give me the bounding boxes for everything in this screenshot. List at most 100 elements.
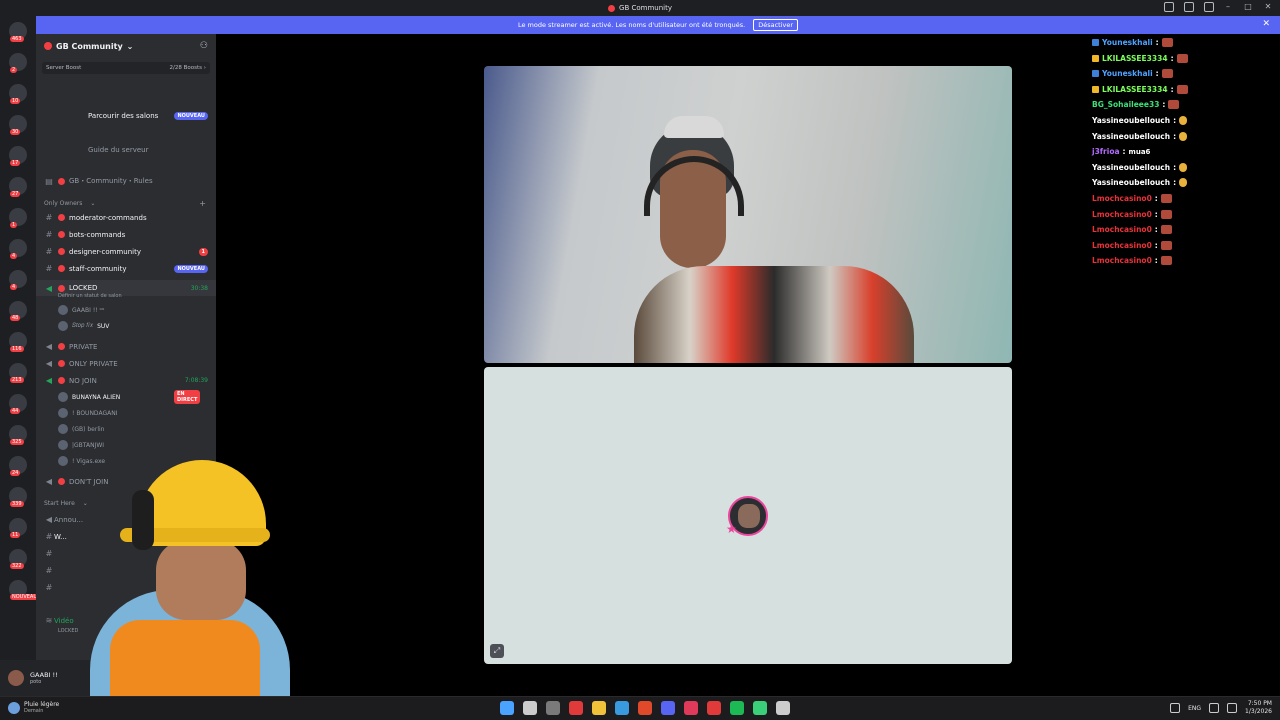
clock-time: 7:50 PM: [1247, 700, 1272, 707]
channel-bots-commands[interactable]: # bots-commands: [36, 230, 216, 239]
channel-rules[interactable]: ▤ GB・Community・Rules: [36, 176, 216, 186]
close-banner-icon[interactable]: ✕: [1262, 19, 1270, 29]
server-badge: 322: [10, 563, 24, 569]
channel-emoji-icon: [58, 214, 65, 221]
chat-badge-icon: [1092, 85, 1099, 93]
explorer-icon[interactable]: [592, 701, 606, 715]
boost-bar[interactable]: Server Boost 2/28 Boosts ›: [42, 62, 210, 74]
voice-timer: 30:38: [190, 284, 208, 292]
disable-streamer-button[interactable]: Désactiver: [753, 19, 799, 31]
chat-message: j3frioa: mua6: [1092, 147, 1150, 156]
voice-member[interactable]: |GBTANJWI: [58, 440, 104, 450]
channel-name: DON'T JOIN: [69, 477, 109, 486]
popout-icon[interactable]: ⤢: [490, 644, 504, 658]
minimize-icon[interactable]: –: [1222, 2, 1234, 11]
boost-value: 2/28 Boosts: [169, 65, 203, 71]
voice-channel-no-join[interactable]: ◀ NO JOIN 7:08:39: [36, 376, 216, 385]
voice-member[interactable]: ! Vigas.exe: [58, 456, 105, 466]
voice-member[interactable]: GAABI !! ᵒᵒ: [58, 305, 105, 315]
brave-icon[interactable]: [638, 701, 652, 715]
category-name: Only Owners: [44, 200, 83, 207]
chat-message: Lmochcasino0:: [1092, 194, 1172, 203]
guild-header[interactable]: GB Community ⌄ ⚇: [36, 34, 216, 58]
chat-badge-icon: [1092, 39, 1099, 46]
start-icon[interactable]: [500, 701, 514, 715]
task-view-icon[interactable]: [546, 701, 560, 715]
inbox-icon[interactable]: [1184, 2, 1194, 12]
channel-emoji-icon: [58, 377, 65, 384]
channel-emoji-icon: [58, 177, 65, 185]
server-badge: 4: [10, 284, 18, 290]
voice-member[interactable]: (GB) berlin: [58, 424, 104, 434]
chat-username: Youneskhali: [1102, 69, 1153, 79]
clock-date: 1/3/2026: [1245, 708, 1272, 715]
chat-separator: :: [1154, 209, 1158, 219]
search-icon[interactable]: [523, 701, 537, 715]
window-titlebar: GB Community – □ ✕: [0, 0, 1280, 16]
server-badge: 339: [10, 501, 24, 507]
chrome-icon[interactable]: [776, 701, 790, 715]
speaker-icon: ◀: [45, 376, 53, 385]
app-icon[interactable]: [684, 701, 698, 715]
box-emote-icon: [1160, 256, 1172, 266]
clock[interactable]: 7:50 PM 1/3/2026: [1245, 700, 1272, 716]
add-member-icon[interactable]: ⚇: [200, 41, 208, 51]
hand-emote-icon: [1179, 131, 1188, 141]
app-icon[interactable]: [569, 701, 583, 715]
video-tile-avatar[interactable]: ★ ⤢: [484, 367, 1012, 664]
server-guide-item[interactable]: Guide du serveur: [36, 146, 216, 154]
chat-separator: :: [1170, 53, 1174, 63]
store-icon[interactable]: [615, 701, 629, 715]
mention-badge: 1: [198, 247, 208, 256]
channel-name: GB・Community・Rules: [69, 177, 153, 185]
member-name: BUNAYNA ALIEN: [72, 393, 121, 401]
guild-name: GB Community: [56, 41, 123, 51]
text-channel-icon: ▤: [45, 176, 53, 186]
video-tile-camera[interactable]: [484, 66, 1012, 363]
app-icon[interactable]: [753, 701, 767, 715]
discord-icon[interactable]: [661, 701, 675, 715]
channel-emoji-icon: [58, 360, 65, 367]
channel-staff-community[interactable]: # staff-community NOUVEAU: [36, 264, 216, 273]
wifi-icon[interactable]: [1209, 703, 1220, 713]
chat-separator: :: [1155, 38, 1159, 47]
close-window-icon[interactable]: ✕: [1262, 2, 1274, 11]
member-tag: SUV: [97, 322, 110, 330]
voice-channel-private[interactable]: ◀ PRIVATE: [36, 342, 216, 351]
add-channel-icon[interactable]: +: [199, 199, 206, 208]
spotify-icon[interactable]: [730, 701, 744, 715]
app-icon[interactable]: [707, 701, 721, 715]
chat-username: j3frioa: [1092, 147, 1120, 157]
help-icon[interactable]: [1204, 2, 1214, 12]
channel-designer-community[interactable]: # designer-community 1: [36, 247, 216, 256]
megaphone-icon: ◀: [45, 515, 53, 524]
chat-message: LKILASSEE3334:: [1092, 53, 1188, 63]
pin-icon[interactable]: [1164, 2, 1174, 12]
avatar: [8, 670, 24, 686]
voice-channel-only-private[interactable]: ◀ ONLY PRIVATE: [36, 359, 216, 368]
new-badge: NOUVEAU: [174, 264, 208, 273]
voice-member[interactable]: 𝑆𝑡𝑜𝑝 𝑓𝑖𝑥 SUV: [58, 321, 109, 331]
voice-member[interactable]: ! BOUNDAGANI: [58, 408, 117, 418]
channel-emoji-icon: [58, 248, 65, 255]
volume-icon[interactable]: [1227, 703, 1238, 713]
hand-emote-icon: [1179, 162, 1188, 172]
weather-widget[interactable]: Pluie légère Demain: [8, 701, 59, 714]
chat-username: Lmochcasino0: [1092, 194, 1152, 203]
browse-channels-item[interactable]: Parcourir des salons NOUVEAU: [36, 112, 216, 120]
channel-moderator-commands[interactable]: # moderator-commands: [36, 213, 216, 222]
chat-username: Yassineoubellouch: [1092, 131, 1171, 141]
maximize-icon[interactable]: □: [1242, 2, 1254, 11]
chat-username: Yassineoubellouch: [1092, 178, 1171, 188]
voice-connected-label: Vidéo: [54, 616, 74, 625]
category-only-owners[interactable]: Only Owners ⌄ +: [36, 199, 216, 208]
chat-message: LKILASSEE3334:: [1092, 84, 1188, 94]
speaker-icon: ◀: [45, 477, 53, 486]
member-name: GAABI !! ᵒᵒ: [72, 306, 105, 314]
channel-status[interactable]: Définir un statut de salon: [58, 293, 122, 299]
server-badge: 11: [10, 532, 21, 538]
tray-chevron-icon[interactable]: [1170, 703, 1181, 713]
voice-member[interactable]: BUNAYNA ALIEN EN DIRECT: [58, 390, 201, 404]
chat-username: LKILASSEE3334: [1102, 53, 1168, 63]
language-indicator[interactable]: ENG: [1188, 705, 1201, 712]
